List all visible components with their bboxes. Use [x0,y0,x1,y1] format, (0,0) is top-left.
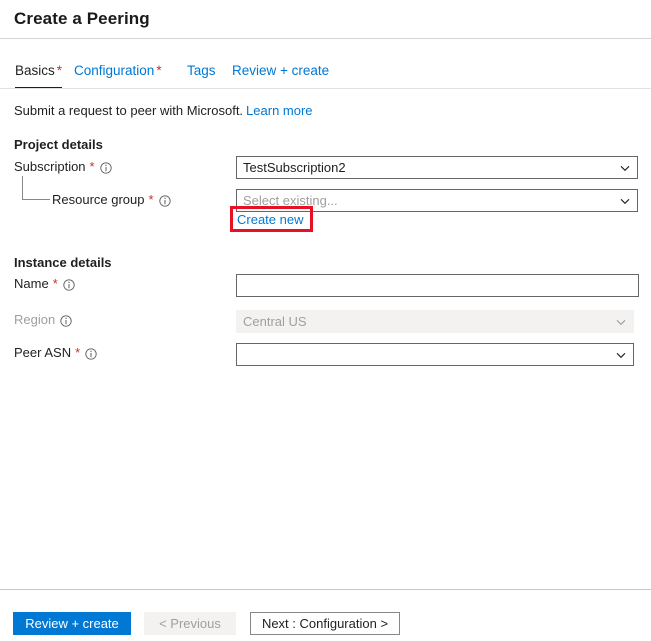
name-label: Name * [14,276,75,291]
info-circle-icon[interactable] [63,278,75,291]
tab-tags-label: Tags [187,63,216,78]
review-create-button[interactable]: Review + create [13,612,131,635]
tab-configuration[interactable]: Configuration * [74,60,162,88]
tab-basics-required: * [56,63,63,78]
region-dropdown: Central US [236,310,634,333]
chevron-down-icon [615,316,627,328]
resource-group-label: Resource group * [52,192,171,207]
peer-asn-dropdown[interactable] [236,343,634,366]
tab-basics-label: Basics [15,63,55,78]
info-circle-icon[interactable] [85,347,97,360]
region-label: Region [14,312,72,327]
tab-basics[interactable]: Basics * [15,60,63,89]
intro-text: Submit a request to peer with Microsoft. [14,103,244,118]
region-value: Central US [243,314,307,329]
page-header: Create a Peering [0,0,651,38]
name-input[interactable] [236,274,639,297]
section-title-instance-details: Instance details [14,255,112,270]
footer-divider [0,589,651,590]
info-circle-icon[interactable] [158,194,171,207]
learn-more-link[interactable]: Learn more [246,103,312,118]
tab-configuration-label: Configuration [74,63,155,78]
peer-asn-required-asterisk: * [75,345,81,360]
resource-group-required-asterisk: * [148,192,154,207]
chevron-down-icon [619,195,631,207]
tab-configuration-required: * [156,63,162,78]
info-circle-icon[interactable] [99,161,112,174]
name-required-asterisk: * [52,276,58,291]
name-label-text: Name [14,276,49,291]
next-configuration-button[interactable]: Next : Configuration > [250,612,400,635]
section-title-project-details: Project details [14,137,103,152]
region-label-text: Region [14,312,56,327]
subscription-dropdown[interactable]: TestSubscription2 [236,156,638,179]
peer-asn-label-text: Peer ASN [14,345,72,360]
chevron-down-icon [619,162,631,174]
resource-group-dropdown[interactable]: Select existing... [236,189,638,212]
chevron-down-icon [615,349,627,361]
subscription-label: Subscription * [14,159,112,174]
tab-tags[interactable]: Tags [187,60,216,88]
subscription-label-text: Subscription [14,159,86,174]
page-title: Create a Peering [14,9,150,28]
tab-bar-divider [0,88,651,89]
resource-group-label-text: Resource group [52,192,145,207]
info-circle-icon[interactable] [60,314,72,327]
tab-review-create[interactable]: Review + create [232,60,329,88]
tree-connector-line [22,176,50,200]
subscription-value: TestSubscription2 [243,160,346,175]
intro-text-row: Submit a request to peer with Microsoft.… [14,103,313,118]
previous-button: < Previous [144,612,236,635]
subscription-required-asterisk: * [89,159,95,174]
create-new-link[interactable]: Create new [237,212,303,227]
tab-review-create-label: Review + create [232,63,330,78]
peer-asn-label: Peer ASN * [14,345,97,360]
tab-bar: Basics * Configuration * Tags Review + cre… [0,60,651,90]
resource-group-placeholder: Select existing... [243,193,338,208]
header-divider [0,38,651,39]
